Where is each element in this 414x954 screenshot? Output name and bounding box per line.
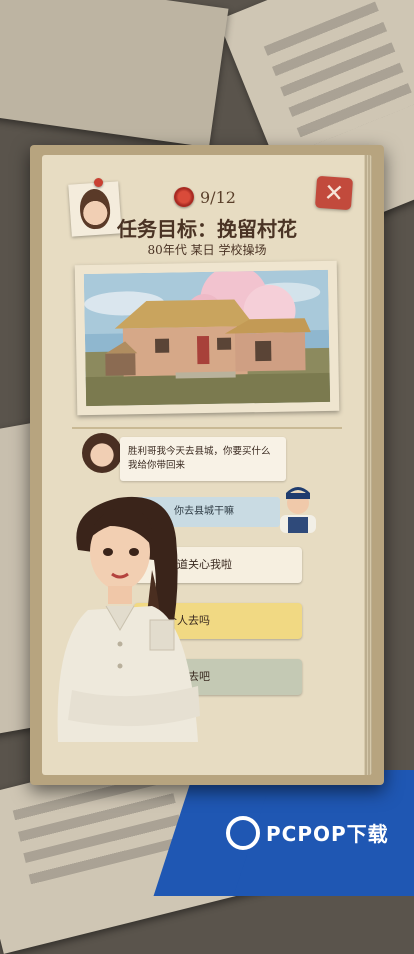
- man-avatar: [280, 487, 316, 533]
- heroine-character: [57, 496, 200, 742]
- divider: [72, 427, 342, 429]
- close-icon: ✕: [322, 178, 345, 208]
- scene-photo: [74, 260, 340, 416]
- close-button[interactable]: ✕: [314, 175, 354, 211]
- task-header: 9/12 ✕ 任务目标：挽留村花 80年代 某日 学校操场: [42, 155, 372, 260]
- progress-counter: 9/12: [200, 188, 236, 207]
- village-house-illustration: [83, 269, 331, 407]
- watermark-text: PCPOP下载: [266, 822, 389, 846]
- task-subtitle: 80年代 某日 学校操场: [147, 243, 267, 257]
- girl-avatar: [82, 433, 122, 473]
- pcpop-logo-icon: [226, 816, 260, 850]
- task-title: 任务目标：挽留村花: [117, 217, 297, 241]
- watermark: PCPOP下载: [226, 812, 406, 862]
- background-paper-top: [0, 0, 229, 148]
- pin-icon: [94, 178, 103, 187]
- wax-seal-icon: [174, 187, 194, 207]
- girl-dialogue-bubble: 胜利哥我今天去县城，你要买什么我给你带回来: [120, 437, 286, 481]
